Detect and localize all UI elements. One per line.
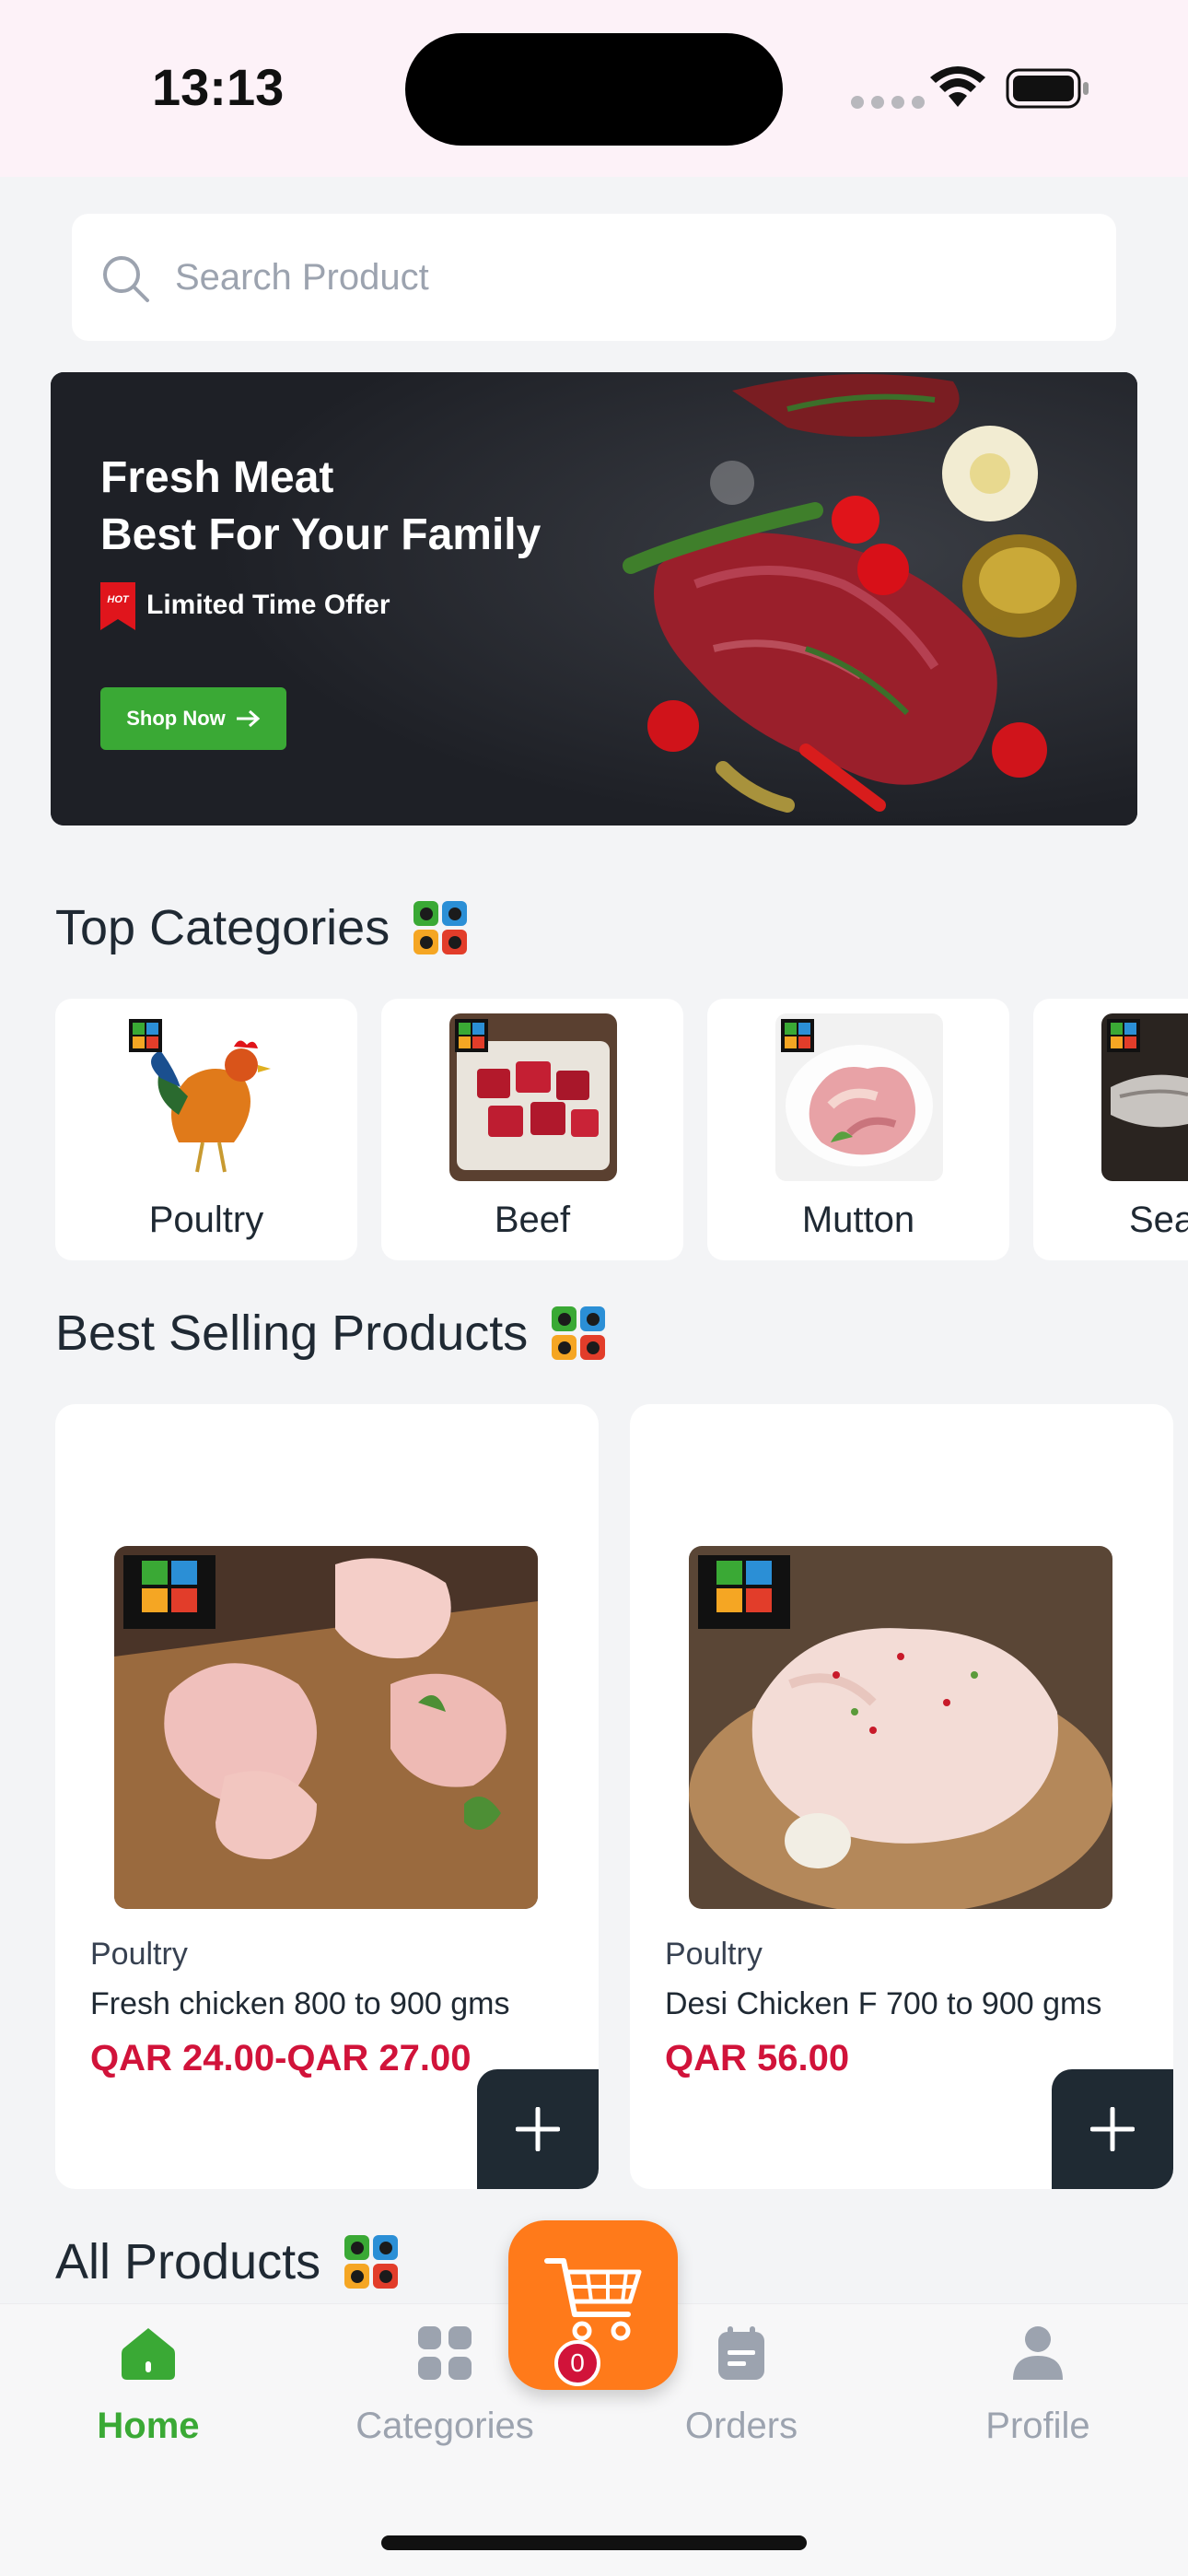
- category-card-mutton[interactable]: Mutton: [707, 999, 1009, 1260]
- category-card-beef[interactable]: Beef: [381, 999, 683, 1260]
- shop-now-button[interactable]: Shop Now: [100, 687, 286, 750]
- all-products-header: All Products: [55, 2233, 399, 2290]
- best-selling-header: Best Selling Products: [55, 1305, 606, 1362]
- brand-logo-icon: [344, 2235, 399, 2289]
- add-to-cart-button[interactable]: [477, 2069, 599, 2189]
- product-price: QAR 56.00: [665, 2038, 850, 2078]
- product-name[interactable]: Fresh chicken 800 to 900 gms: [90, 1986, 509, 2022]
- dynamic-island: [405, 33, 783, 146]
- brand-logo-icon: [552, 1306, 606, 1360]
- all-products-title: All Products: [55, 2234, 321, 2289]
- hot-badge-icon: HOT: [100, 582, 135, 630]
- brand-logo-icon: [413, 901, 468, 954]
- shop-now-label: Shop Now: [126, 707, 226, 730]
- cart-button[interactable]: 0: [508, 2220, 678, 2390]
- poultry-image: [123, 1013, 291, 1181]
- product-price: QAR 24.00-QAR 27.00: [90, 2038, 472, 2078]
- product-card[interactable]: Poultry Desi Chicken F 700 to 900 gms QA…: [630, 1404, 1173, 2189]
- offer-text: Limited Time Offer: [146, 590, 390, 620]
- product-card[interactable]: Poultry Fresh chicken 800 to 900 gms QAR…: [55, 1404, 599, 2189]
- status-bar: 13:13: [0, 0, 1188, 177]
- wifi-icon: [930, 66, 985, 107]
- plus-icon: [516, 2107, 560, 2151]
- orders-icon: [718, 2326, 764, 2380]
- nav-item-home[interactable]: Home: [0, 2304, 297, 2488]
- best-selling-title: Best Selling Products: [55, 1306, 529, 1361]
- fresh-chicken-image: [114, 1546, 538, 1909]
- shopping-cart-icon: [544, 2258, 642, 2341]
- battery-icon: [1006, 68, 1089, 109]
- top-categories-header: Top Categories: [55, 899, 468, 956]
- product-category: Poultry: [90, 1937, 188, 1972]
- beef-image: [449, 1013, 617, 1181]
- category-label: Poultry: [148, 1200, 264, 1240]
- banner-title: Fresh Meat Best For Your Family: [100, 450, 616, 564]
- category-card-poultry[interactable]: Poultry: [55, 999, 357, 1260]
- banner-title-line1: Fresh Meat: [100, 453, 334, 502]
- product-category: Poultry: [665, 1937, 763, 1972]
- nav-label: Orders: [684, 2406, 798, 2446]
- banner-title-line2: Best For Your Family: [100, 510, 542, 559]
- home-indicator[interactable]: [381, 2535, 807, 2550]
- grid-icon: [418, 2326, 472, 2380]
- nav-label: Home: [97, 2406, 200, 2446]
- svg-text:HOT: HOT: [107, 594, 130, 605]
- profile-icon: [1013, 2326, 1063, 2380]
- category-label: Mutton: [801, 1200, 915, 1240]
- promo-banner[interactable]: Fresh Meat Best For Your Family HOT Limi…: [51, 372, 1137, 825]
- status-time: 13:13: [152, 58, 285, 116]
- nav-item-profile[interactable]: Profile: [890, 2304, 1186, 2488]
- cart-count-badge: 0: [554, 2340, 600, 2386]
- search-input[interactable]: [175, 214, 1077, 341]
- plus-icon: [1090, 2107, 1135, 2151]
- search-icon: [103, 256, 149, 302]
- category-card-seafood[interactable]: Seaf: [1033, 999, 1188, 1260]
- category-label: Seaf: [1129, 1200, 1188, 1240]
- top-categories-title: Top Categories: [55, 900, 390, 955]
- nav-label: Profile: [985, 2406, 1090, 2446]
- arrow-right-icon: [236, 709, 261, 728]
- product-name[interactable]: Desi Chicken F 700 to 900 gms: [665, 1986, 1101, 2022]
- nav-label: Categories: [355, 2406, 534, 2446]
- search-bar[interactable]: [72, 214, 1116, 341]
- mutton-image: [775, 1013, 943, 1181]
- seafood-image: [1101, 1013, 1188, 1181]
- desi-chicken-image: [689, 1546, 1112, 1909]
- add-to-cart-button[interactable]: [1052, 2069, 1173, 2189]
- cellular-signal-icon: [851, 96, 925, 109]
- home-icon: [122, 2328, 175, 2380]
- category-label: Beef: [494, 1200, 571, 1240]
